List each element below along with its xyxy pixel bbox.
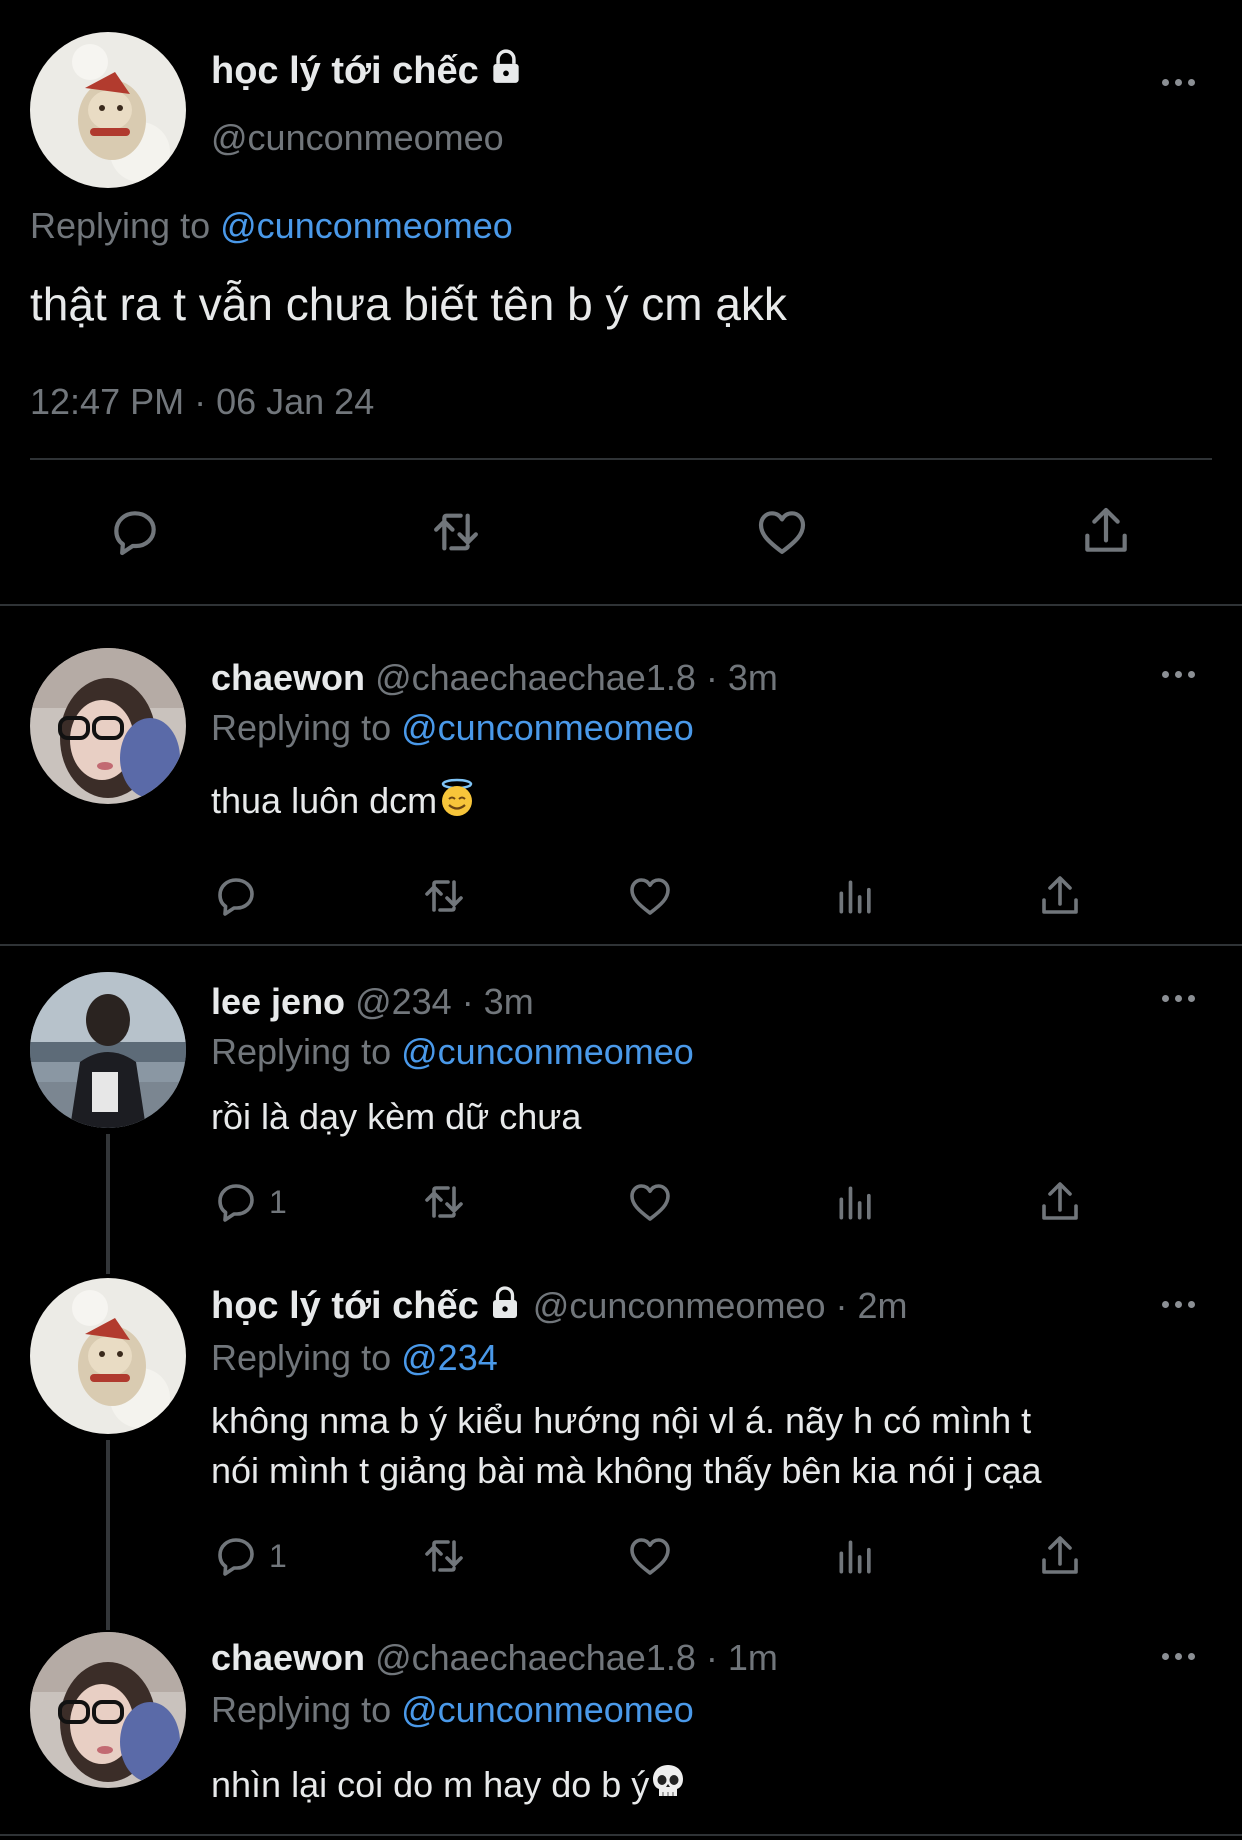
replying-to-line: Replying to @cunconmeomeo [211, 706, 694, 750]
thread-line [106, 1134, 110, 1274]
reply-text: rồi là dạy kèm dữ chưa [211, 1096, 582, 1137]
reply-text-line-2: nói mình t giảng bài mà không thấy bên k… [211, 1450, 1042, 1491]
author-handle[interactable]: @cunconmeomeo [211, 116, 504, 160]
replying-to-line: Replying to @cunconmeomeo [211, 1688, 694, 1732]
share-icon[interactable] [1036, 872, 1084, 920]
reply-icon[interactable]: 1 [211, 1532, 287, 1580]
replying-to-link[interactable]: @cunconmeomeo [401, 1031, 694, 1072]
avatar-reply-3[interactable] [30, 1278, 186, 1434]
tweet-timestamp[interactable]: 12:47 PM · 06 Jan 24 [30, 380, 374, 424]
author-name[interactable]: học lý tới chếc [211, 48, 525, 97]
more-icon[interactable] [1156, 72, 1200, 92]
replying-to-label: Replying to [211, 1031, 392, 1072]
reply-text: nhìn lại coi do m hay do b ý [211, 1762, 687, 1813]
retweet-icon[interactable] [418, 1178, 470, 1226]
more-icon[interactable] [1156, 988, 1200, 1008]
views-icon[interactable] [834, 1534, 878, 1580]
replying-to-line: Replying to @234 [211, 1336, 498, 1380]
share-icon[interactable] [1036, 1532, 1084, 1580]
like-icon[interactable] [624, 872, 676, 920]
reply-header: học lý tới chếc @cunconmeomeo · 2m [211, 1284, 907, 1331]
reply-text-line-1: không nma b ý kiểu hướng nội vl á. nãy h… [211, 1400, 1032, 1441]
reply-header: chaewon @chaechaechae1.8 · 1m [211, 1636, 778, 1680]
lock-icon [487, 1285, 523, 1331]
reply-icon[interactable] [211, 872, 261, 920]
replying-to-label: Replying to [211, 1337, 392, 1378]
avatar-reply-1[interactable] [30, 648, 186, 804]
replying-to-label: Replying to [30, 205, 211, 246]
smiling-face-with-halo-icon [437, 778, 477, 829]
reply-header: chaewon @chaechaechae1.8 · 3m [211, 656, 778, 700]
thread-line [106, 1440, 110, 1630]
reply-meta[interactable]: @234 · 3m [355, 981, 534, 1022]
reply-icon[interactable] [107, 504, 163, 560]
views-icon[interactable] [834, 874, 878, 920]
like-icon[interactable] [624, 1532, 676, 1580]
divider [0, 604, 1242, 606]
like-icon[interactable] [624, 1178, 676, 1226]
replying-to-link[interactable]: @cunconmeomeo [220, 205, 513, 246]
retweet-icon[interactable] [426, 504, 486, 560]
lock-icon [487, 48, 525, 97]
reply-meta[interactable]: @chaechaechae1.8 · 1m [375, 1637, 778, 1678]
divider [30, 458, 1212, 460]
reply-author-name[interactable]: học lý tới chếc [211, 1285, 479, 1327]
reply-text: thua luôn dcm [211, 778, 477, 829]
reply-meta[interactable]: @cunconmeomeo · 2m [533, 1285, 908, 1326]
reply-header: lee jeno @234 · 3m [211, 980, 534, 1024]
more-icon[interactable] [1156, 1294, 1200, 1314]
more-icon[interactable] [1156, 1646, 1200, 1666]
reply-author-name[interactable]: chaewon [211, 657, 365, 698]
replying-to-link[interactable]: @cunconmeomeo [401, 1689, 694, 1730]
author-display-name: học lý tới chếc [211, 50, 479, 92]
reply-count: 1 [269, 1183, 287, 1220]
replying-to-link[interactable]: @234 [401, 1337, 498, 1378]
replying-to-line: Replying to @cunconmeomeo [30, 204, 513, 248]
avatar-main[interactable] [30, 32, 186, 188]
tweet-text: thật ra t vẫn chưa biết tên b ý cm ạkk [30, 278, 787, 330]
divider [0, 944, 1242, 946]
reply-text-content: thua luôn dcm [211, 780, 438, 822]
avatar-reply-4[interactable] [30, 1632, 186, 1788]
like-icon[interactable] [752, 504, 812, 560]
replying-to-label: Replying to [211, 707, 392, 748]
avatar-reply-2[interactable] [30, 972, 186, 1128]
reply-meta[interactable]: @chaechaechae1.8 · 3m [375, 657, 778, 698]
reply-author-name[interactable]: chaewon [211, 1637, 365, 1678]
skull-icon [649, 1762, 687, 1813]
retweet-icon[interactable] [418, 1532, 470, 1580]
reply-count: 1 [269, 1537, 287, 1574]
reply-author-name[interactable]: lee jeno [211, 981, 345, 1022]
more-icon[interactable] [1156, 664, 1200, 684]
divider [0, 1834, 1242, 1836]
reply-text-content: nhìn lại coi do m hay do b ý [211, 1764, 650, 1806]
retweet-icon[interactable] [418, 872, 470, 920]
views-icon[interactable] [834, 1180, 878, 1226]
share-icon[interactable] [1036, 1178, 1084, 1226]
reply-icon[interactable]: 1 [211, 1178, 287, 1226]
replying-to-link[interactable]: @cunconmeomeo [401, 707, 694, 748]
replying-to-label: Replying to [211, 1689, 392, 1730]
replying-to-line: Replying to @cunconmeomeo [211, 1030, 694, 1074]
share-icon[interactable] [1078, 502, 1134, 560]
